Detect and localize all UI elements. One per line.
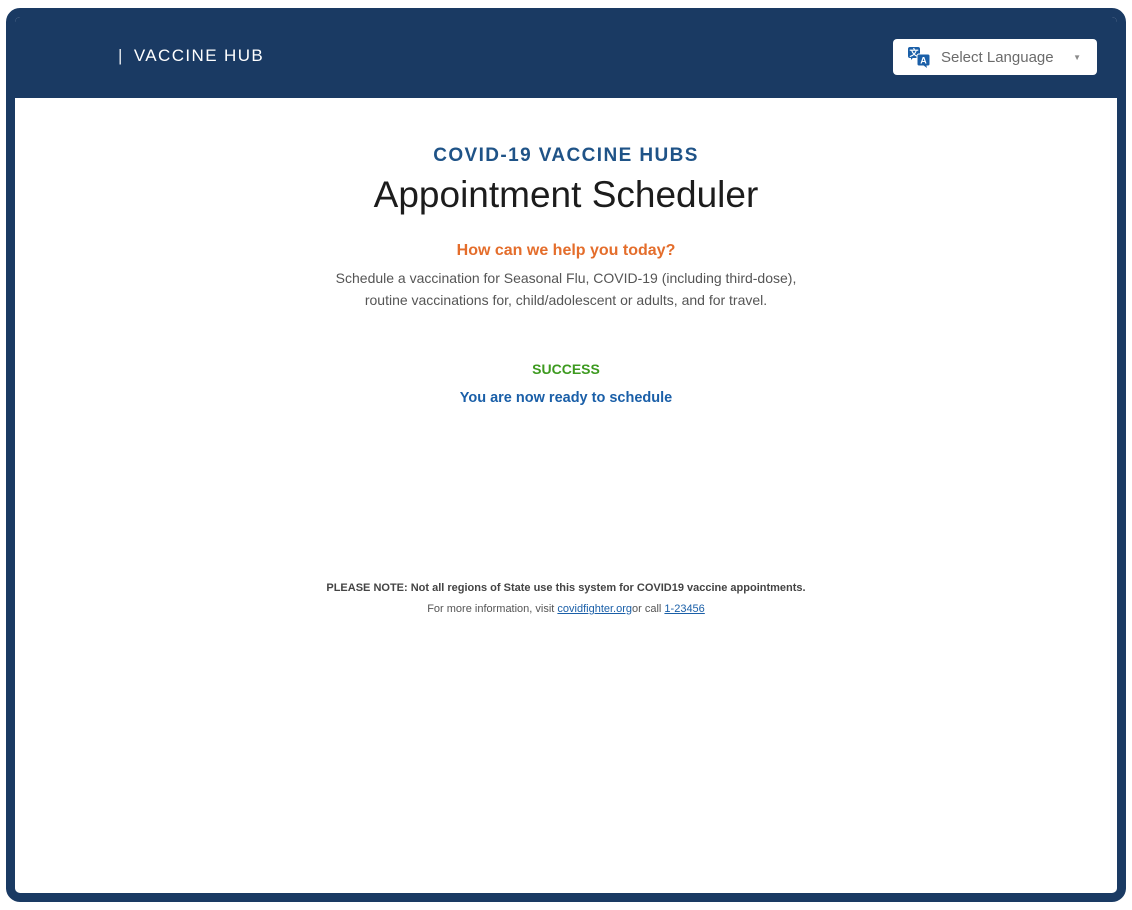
call-text: or call	[632, 603, 665, 615]
phone-link[interactable]: 1-23456	[664, 603, 704, 615]
more-info: For more information, visit covidfighter…	[15, 603, 1117, 615]
page-eyebrow: COVID-19 VACCINE HUBS	[433, 145, 699, 166]
brand-separator: |	[118, 46, 124, 65]
status-label: SUCCESS	[532, 361, 600, 377]
app-window: | VACCINE HUB 文 A Select Language ▼ COVI…	[6, 8, 1126, 902]
site-link[interactable]: covidfighter.org	[557, 603, 632, 615]
help-heading: How can we help you today?	[456, 242, 676, 259]
more-info-prefix: For more information, visit	[427, 603, 558, 615]
regions-note: PLEASE NOTE: Not all regions of State us…	[326, 582, 806, 594]
language-select[interactable]: 文 A Select Language ▼	[893, 39, 1097, 75]
chevron-down-icon: ▼	[1073, 52, 1081, 62]
description-line-1: Schedule a vaccination for Seasonal Flu,…	[335, 270, 797, 286]
description-line-2: routine vaccinations for, child/adolesce…	[364, 292, 768, 308]
service-description: Schedule a vaccination for Seasonal Flu,…	[15, 267, 1117, 311]
brand[interactable]: | VACCINE HUB	[118, 46, 264, 66]
main-content: COVID-19 VACCINE HUBS Appointment Schedu…	[15, 98, 1117, 615]
brand-name: VACCINE HUB	[133, 46, 265, 65]
top-bar: | VACCINE HUB 文 A Select Language ▼	[15, 17, 1117, 98]
status-message: You are now ready to schedule	[459, 390, 673, 406]
translate-icon: 文 A	[908, 47, 931, 68]
language-select-label: Select Language	[941, 48, 1054, 66]
page-title: Appointment Scheduler	[373, 174, 759, 215]
svg-text:A: A	[920, 56, 927, 66]
